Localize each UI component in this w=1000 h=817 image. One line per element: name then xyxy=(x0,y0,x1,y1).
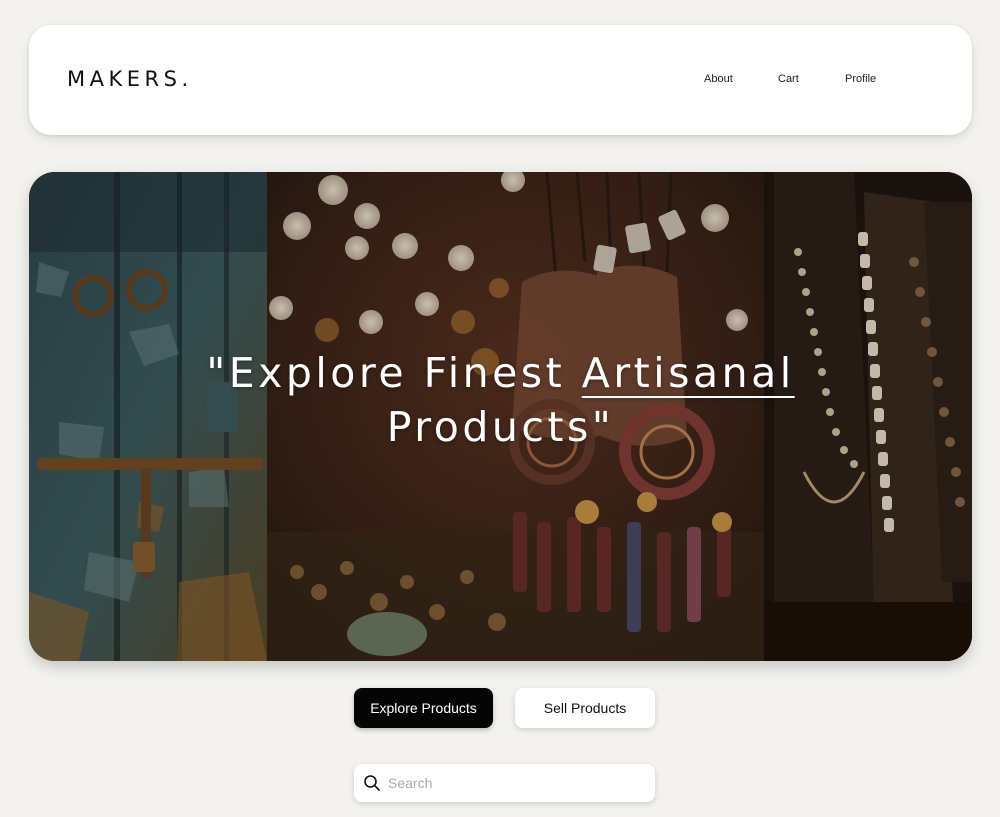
page: MAKERS. About Cart Profile "Explore Fine… xyxy=(0,0,1000,817)
brand-logo[interactable]: MAKERS. xyxy=(67,67,193,91)
search-icon[interactable] xyxy=(363,774,381,792)
hero-headline: "Explore Finest Artisanal Products" xyxy=(29,346,972,454)
nav-about-link[interactable]: About xyxy=(704,73,733,85)
nav-profile-link[interactable]: Profile xyxy=(845,73,876,85)
hero-headline-underlined: Artisanal xyxy=(581,349,795,397)
explore-products-button[interactable]: Explore Products xyxy=(354,688,493,728)
hero-banner: "Explore Finest Artisanal Products" xyxy=(29,172,972,661)
sell-products-button[interactable]: Sell Products xyxy=(515,688,655,728)
hero-headline-start: "Explore Finest xyxy=(206,349,582,397)
hero-headline-end: Products" xyxy=(386,403,615,451)
search-input[interactable] xyxy=(388,764,646,802)
top-navbar: MAKERS. About Cart Profile xyxy=(29,25,972,135)
nav-cart-link[interactable]: Cart xyxy=(778,73,799,85)
search-bar[interactable] xyxy=(354,764,655,802)
